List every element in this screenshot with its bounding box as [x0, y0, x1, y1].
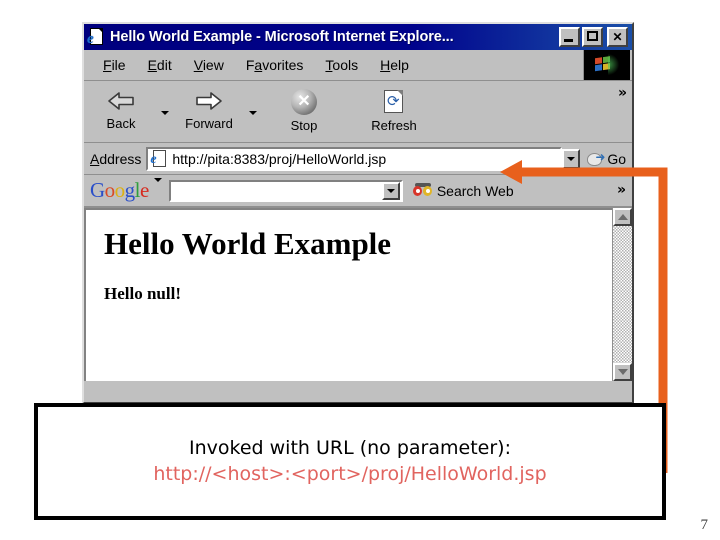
page-content: Hello World Example Hello null!: [84, 208, 612, 381]
back-label: Back: [106, 116, 136, 131]
ie-document-icon: e: [150, 149, 168, 168]
go-arrow-icon: ➜: [586, 151, 605, 167]
window-controls: ✕: [559, 27, 630, 47]
window-title: Hello World Example - Microsoft Internet…: [110, 29, 454, 45]
page-body-text: Hello null!: [104, 284, 181, 303]
minimize-icon: [564, 39, 573, 42]
menu-bar: File Edit View Favorites Tools Help: [84, 50, 632, 81]
google-search-input[interactable]: [168, 179, 403, 202]
menu-item-view[interactable]: View: [183, 55, 235, 75]
google-history-dropdown-button[interactable]: [381, 181, 400, 200]
google-logo: Google: [90, 178, 149, 202]
menu-item-edit[interactable]: Edit: [137, 55, 183, 75]
browser-window: e Hello World Example - Microsoft Intern…: [82, 22, 634, 404]
menu-items: File Edit View Favorites Tools Help: [84, 55, 583, 75]
left-arrow-icon: [106, 89, 136, 113]
caption-box: Invoked with URL (no parameter): http://…: [34, 403, 666, 520]
back-button[interactable]: Back: [84, 84, 158, 138]
triangle-up-icon: [617, 214, 628, 220]
slide-page-number: 7: [700, 517, 709, 533]
menu-item-tools[interactable]: Tools: [314, 55, 369, 75]
google-toolbar: Google Search Web »: [84, 175, 632, 207]
search-web-button[interactable]: Search Web: [412, 182, 514, 199]
stop-x-icon: ✕: [291, 89, 317, 115]
caption-line-1: Invoked with URL (no parameter):: [189, 436, 511, 459]
minimize-button[interactable]: [559, 27, 580, 47]
page-heading: Hello World Example: [104, 226, 392, 261]
refresh-page-icon: ⟳: [382, 89, 406, 115]
refresh-label: Refresh: [371, 118, 417, 133]
refresh-button[interactable]: ⟳ Refresh: [348, 84, 440, 138]
scroll-down-button[interactable]: [613, 363, 632, 381]
address-url-text: http://pita:8383/proj/HelloWorld.jsp: [172, 150, 387, 167]
chevron-down-icon: [386, 188, 395, 193]
address-bar: Address e http://pita:8383/proj/HelloWor…: [84, 143, 632, 175]
triangle-down-icon: [617, 369, 628, 375]
address-label: Address: [90, 150, 142, 167]
page-viewport: Hello World Example Hello null!: [84, 207, 632, 381]
forward-button[interactable]: Forward: [172, 84, 246, 138]
address-dropdown-button[interactable]: [562, 148, 581, 169]
caption-line-2: http://<host>:<port>/proj/HelloWorld.jsp: [153, 462, 547, 485]
scroll-up-button[interactable]: [613, 208, 632, 226]
ie-document-icon: e: [87, 27, 105, 47]
go-label: Go: [607, 150, 626, 167]
maximize-icon: [587, 31, 598, 41]
close-button[interactable]: ✕: [607, 27, 628, 47]
search-web-label: Search Web: [436, 182, 514, 199]
chevron-down-icon: [161, 111, 169, 115]
address-input[interactable]: e http://pita:8383/proj/HelloWorld.jsp: [146, 146, 563, 171]
maximize-button[interactable]: [582, 27, 603, 47]
stop-label: Stop: [290, 118, 318, 133]
chevron-down-icon: [249, 111, 257, 115]
right-arrow-icon: [194, 89, 224, 113]
menu-item-file[interactable]: File: [92, 55, 137, 75]
chevron-down-icon: [153, 177, 162, 199]
menu-item-favorites[interactable]: Favorites: [235, 55, 315, 75]
google-toolbar-overflow-button[interactable]: »: [617, 182, 626, 198]
back-dropdown-button[interactable]: [158, 84, 172, 138]
windows-flag-logo: [583, 50, 630, 80]
forward-dropdown-button[interactable]: [246, 84, 260, 138]
forward-label: Forward: [185, 116, 233, 131]
navigation-toolbar: Back Forward ✕ Stop ⟳ Refresh »: [84, 81, 632, 143]
google-menu-button[interactable]: [153, 177, 162, 200]
close-icon: ✕: [612, 30, 623, 44]
menu-item-help[interactable]: Help: [369, 55, 420, 75]
slide-canvas: e Hello World Example - Microsoft Intern…: [0, 0, 720, 540]
title-bar: e Hello World Example - Microsoft Intern…: [84, 24, 632, 50]
chevron-down-icon: [567, 156, 576, 161]
vertical-scrollbar[interactable]: [612, 208, 632, 381]
toolbar-overflow-button[interactable]: »: [618, 85, 627, 101]
stop-button[interactable]: ✕ Stop: [260, 84, 348, 138]
binoculars-icon: [412, 183, 433, 198]
go-button[interactable]: ➜ Go: [582, 146, 632, 172]
